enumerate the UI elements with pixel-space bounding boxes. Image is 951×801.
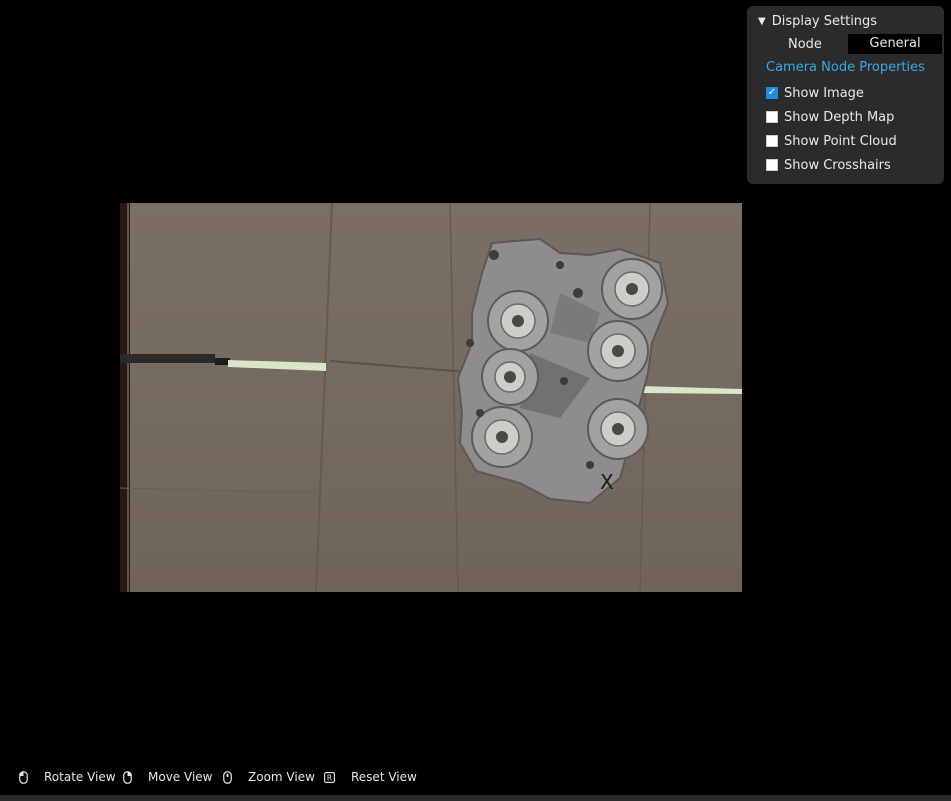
display-settings-panel: ▼ Display Settings Node General Camera N… — [747, 6, 944, 184]
mouse-wheel-icon — [223, 770, 232, 784]
reset-view-hint: R Reset View — [324, 770, 417, 784]
display-settings-header[interactable]: ▼ Display Settings — [758, 12, 877, 30]
show-image-checkbox-row[interactable]: ✓ Show Image — [766, 84, 864, 102]
camera-image-scene: X — [120, 203, 742, 592]
rotate-view-hint: Rotate View — [19, 770, 116, 784]
bottom-strip — [0, 795, 951, 801]
r-key-label: R — [327, 773, 332, 782]
node-row: Node General — [747, 34, 944, 56]
show-point-cloud-checkbox[interactable] — [766, 135, 778, 147]
show-point-cloud-checkbox-row[interactable]: Show Point Cloud — [766, 132, 897, 150]
show-image-label: Show Image — [784, 85, 864, 101]
rotate-view-label: Rotate View — [44, 770, 116, 784]
show-depth-map-checkbox-row[interactable]: Show Depth Map — [766, 108, 894, 126]
camera-image[interactable]: X — [120, 203, 742, 592]
mouse-right-icon — [123, 770, 132, 784]
move-view-hint: Move View — [123, 770, 212, 784]
zoom-view-hint: Zoom View — [223, 770, 315, 784]
mouse-left-icon — [19, 770, 28, 784]
controls-help-bar: Rotate View Move View Zoom View R Reset … — [0, 766, 951, 790]
r-key-icon: R — [324, 771, 335, 783]
node-label: Node — [788, 37, 822, 52]
collapse-triangle-icon[interactable]: ▼ — [758, 16, 766, 27]
show-crosshairs-checkbox[interactable] — [766, 159, 778, 171]
panel-title: Display Settings — [771, 13, 878, 29]
show-image-checkbox[interactable]: ✓ — [766, 87, 778, 99]
node-select[interactable]: General — [848, 34, 942, 54]
show-crosshairs-checkbox-row[interactable]: Show Crosshairs — [766, 156, 891, 174]
show-crosshairs-label: Show Crosshairs — [784, 157, 891, 173]
show-depth-map-checkbox[interactable] — [766, 111, 778, 123]
zoom-view-label: Zoom View — [248, 770, 315, 784]
image-marker: X — [600, 470, 614, 494]
show-point-cloud-label: Show Point Cloud — [784, 133, 897, 149]
move-view-label: Move View — [148, 770, 213, 784]
camera-node-properties-link[interactable]: Camera Node Properties — [766, 60, 925, 75]
reset-view-label: Reset View — [351, 770, 417, 784]
show-depth-map-label: Show Depth Map — [784, 109, 895, 125]
